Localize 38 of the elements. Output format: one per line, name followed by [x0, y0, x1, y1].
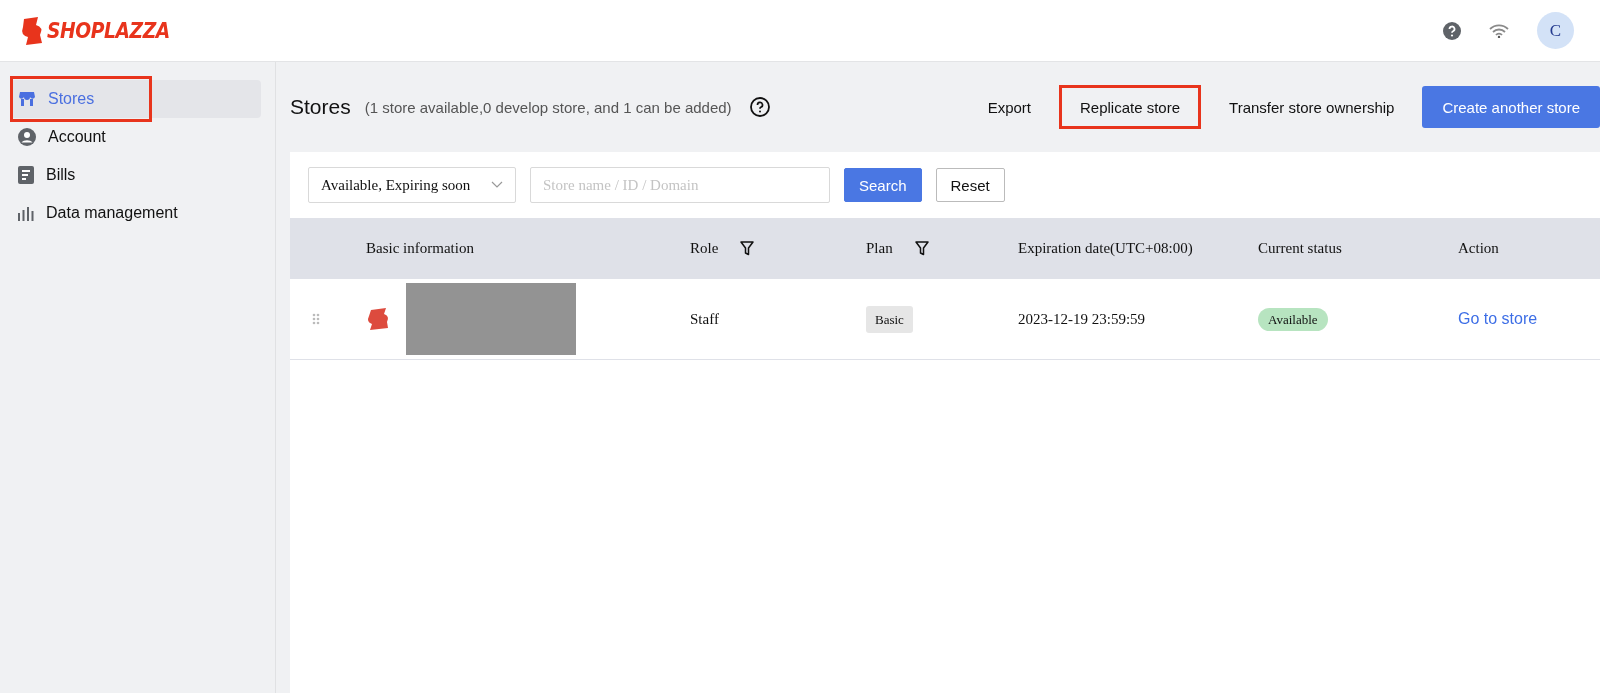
column-header: Current status [1258, 240, 1342, 257]
bar-chart-icon [18, 205, 34, 221]
toolbar-button[interactable]: Export [969, 85, 1049, 129]
reset-button[interactable]: Reset [935, 168, 1005, 202]
document-icon [18, 166, 34, 184]
sidebar-item[interactable]: Data management [10, 194, 261, 232]
page-title: Stores [290, 95, 351, 119]
status-tag: Available [1258, 307, 1328, 331]
go-to-store-link[interactable]: Go to store [1458, 310, 1538, 328]
filter-icon[interactable] [914, 241, 929, 256]
logo-text: SHOPLAZZA [47, 18, 170, 43]
store-logo-icon [366, 308, 390, 330]
create-store-button[interactable]: Create another store [1422, 86, 1600, 128]
search-button[interactable]: Search [844, 168, 922, 202]
toolbar-button[interactable]: Replicate store [1059, 85, 1202, 129]
column-header: Expiration date(UTC+08:00) [1018, 240, 1193, 257]
chevron-down-icon [491, 181, 503, 189]
column-header: Action [1458, 240, 1499, 257]
column-header[interactable]: Role [690, 240, 755, 257]
sidebar-item[interactable]: Account [10, 118, 261, 156]
search-field[interactable]: Store name / ID / Domain [530, 167, 830, 203]
store-count-note: (1 store available,0 develop store, and 1 can be added) [364, 98, 732, 116]
filter-icon[interactable] [740, 241, 755, 256]
user-avatar[interactable]: C [1537, 12, 1574, 49]
column-header: Basic information [366, 240, 474, 257]
storefront-icon [18, 90, 36, 108]
help-icon[interactable] [749, 97, 770, 117]
toolbar-button[interactable]: Transfer store ownership [1211, 85, 1413, 129]
status-select[interactable]: Available, Expiring soon [308, 167, 516, 203]
drag-handle-icon[interactable] [312, 313, 320, 325]
person-circle-icon [18, 128, 36, 146]
column-header[interactable]: Plan [866, 240, 929, 257]
sidebar-item[interactable]: Bills [10, 156, 261, 194]
table-cell: Staff [690, 310, 719, 328]
wifi-icon[interactable] [1489, 23, 1509, 38]
help-icon[interactable] [1443, 21, 1461, 40]
table-cell: 2023-12-19 23:59:59 [1018, 310, 1146, 328]
plan-tag: Basic [866, 305, 913, 333]
